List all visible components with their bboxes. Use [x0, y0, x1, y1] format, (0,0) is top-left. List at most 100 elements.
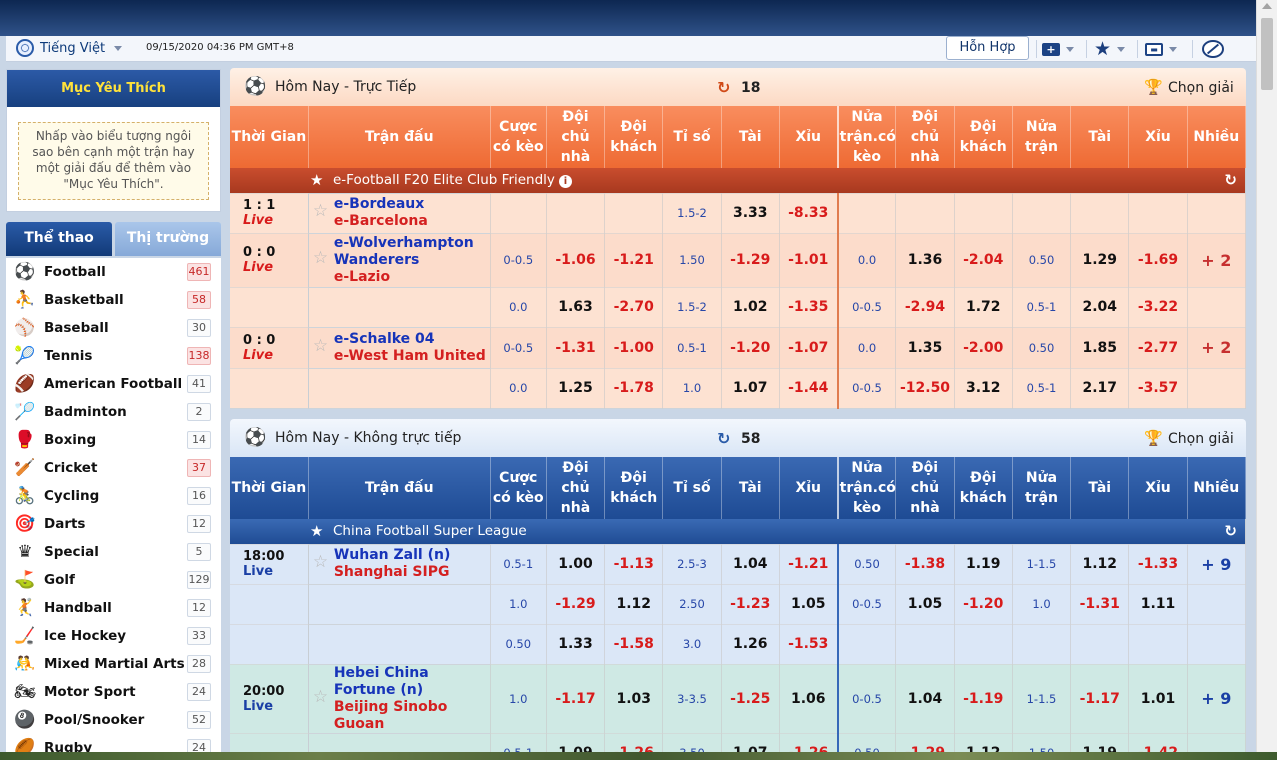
- handicap-line[interactable]: 1.5-2: [662, 287, 722, 328]
- odds-cell[interactable]: -1.29: [546, 584, 606, 625]
- favorites-dropdown[interactable]: ★: [1094, 39, 1126, 59]
- odds-cell[interactable]: -3.57: [1128, 368, 1188, 409]
- odds-cell[interactable]: -1.17: [1070, 664, 1130, 734]
- odds-cell[interactable]: -1.29: [721, 233, 780, 288]
- handicap-line[interactable]: 1-1.5: [1012, 544, 1072, 585]
- odds-cell[interactable]: 1.07: [721, 368, 780, 409]
- refresh-icon[interactable]: ↻: [717, 429, 730, 448]
- odds-cell[interactable]: -1.31: [1070, 584, 1130, 625]
- odds-mode-button[interactable]: Hỗn Hợp: [946, 36, 1029, 60]
- odds-cell[interactable]: 1.01: [1128, 664, 1188, 734]
- handicap-line[interactable]: 3-3.5: [662, 664, 722, 734]
- home-team[interactable]: Hebei China Fortune (n): [334, 665, 490, 699]
- handicap-line[interactable]: 0-0.5: [837, 664, 897, 734]
- odds-cell[interactable]: 1.04: [721, 544, 780, 585]
- match-teams[interactable]: [308, 368, 491, 409]
- odds-cell[interactable]: 1.05: [779, 584, 839, 625]
- odds-cell[interactable]: 1.35: [895, 327, 955, 369]
- odds-cell[interactable]: -1.69: [1128, 233, 1188, 288]
- odds-cell[interactable]: -1.44: [779, 368, 839, 409]
- odds-cell[interactable]: 1.11: [1128, 584, 1188, 625]
- more-bets-button[interactable]: + 2: [1187, 327, 1246, 369]
- odds-cell[interactable]: -1.26: [779, 733, 839, 752]
- odds-cell[interactable]: -1.33: [1128, 544, 1188, 585]
- odds-cell[interactable]: -3.22: [1128, 287, 1188, 328]
- odds-cell[interactable]: 1.25: [546, 368, 606, 409]
- home-team[interactable]: e-Wolverhampton Wanderers: [334, 235, 490, 269]
- handicap-line[interactable]: 2.5-3: [662, 544, 722, 585]
- home-team[interactable]: Wuhan Zall (n): [334, 547, 490, 564]
- view-dropdown[interactable]: ▬: [1145, 39, 1177, 59]
- favorite-star-icon[interactable]: ☆: [313, 337, 328, 355]
- odds-cell[interactable]: -1.38: [895, 544, 955, 585]
- star-icon[interactable]: ★: [310, 171, 323, 189]
- favorite-star-icon[interactable]: ☆: [313, 203, 328, 220]
- refresh-icon[interactable]: ↻: [1224, 171, 1237, 189]
- away-team[interactable]: e-Lazio: [334, 269, 490, 286]
- odds-cell[interactable]: 2.17: [1070, 368, 1130, 409]
- odds-cell[interactable]: -1.20: [954, 584, 1013, 625]
- odds-cell[interactable]: 2.04: [1070, 287, 1130, 328]
- odds-cell[interactable]: 1.19: [954, 544, 1013, 585]
- handicap-line[interactable]: 0.50: [837, 544, 897, 585]
- handicap-line[interactable]: 0.50: [490, 624, 547, 665]
- sport-item[interactable]: 🥊 Boxing 14: [6, 426, 221, 454]
- home-team[interactable]: e-Schalke 04: [334, 331, 490, 348]
- handicap-line[interactable]: 0.5-1: [1012, 287, 1072, 328]
- odds-cell[interactable]: -2.70: [604, 287, 664, 328]
- sport-item[interactable]: 🎯 Darts 12: [6, 510, 221, 538]
- handicap-line[interactable]: 0.50: [1012, 327, 1072, 369]
- odds-cell[interactable]: 1.03: [604, 664, 664, 734]
- match-teams[interactable]: ☆ Hebei China Fortune (n) Beijing Sinobo G…: [308, 664, 491, 734]
- sport-item[interactable]: 🎱 Pool/Snooker 52: [6, 706, 221, 734]
- odds-cell[interactable]: 1.19: [1070, 733, 1130, 752]
- page-scrollbar[interactable]: [1256, 0, 1277, 752]
- odds-cell[interactable]: -1.17: [546, 664, 606, 734]
- sound-toggle[interactable]: [1202, 39, 1224, 59]
- sport-item[interactable]: ⛹ Basketball 58: [6, 286, 221, 314]
- sport-item[interactable]: 🎾 Tennis 138: [6, 342, 221, 370]
- odds-cell[interactable]: -1.35: [779, 287, 839, 328]
- handicap-line[interactable]: 0.5-1: [490, 544, 547, 585]
- sport-item[interactable]: ⛳ Golf 129: [6, 566, 221, 594]
- odds-cell[interactable]: -2.04: [954, 233, 1013, 288]
- odds-cell[interactable]: -2.00: [954, 327, 1013, 369]
- sport-item[interactable]: 🏸 Badminton 2: [6, 398, 221, 426]
- scrollbar-thumb[interactable]: [1261, 18, 1273, 90]
- refresh-icon[interactable]: ↻: [717, 78, 730, 97]
- odds-cell[interactable]: 1.00: [546, 544, 606, 585]
- language-selector[interactable]: Tiếng Việt: [16, 39, 123, 57]
- odds-cell[interactable]: -1.01: [779, 233, 839, 288]
- sport-item[interactable]: 🏉 Rugby 24: [6, 734, 221, 752]
- match-teams[interactable]: [308, 584, 491, 625]
- handicap-line[interactable]: 1.50: [1012, 733, 1072, 752]
- more-bets-button[interactable]: + 9: [1187, 544, 1246, 585]
- info-icon[interactable]: i: [558, 175, 572, 188]
- handicap-line[interactable]: 1.50: [662, 233, 722, 288]
- odds-cell[interactable]: 3.12: [954, 368, 1013, 409]
- odds-cell[interactable]: -1.13: [604, 544, 664, 585]
- handicap-line[interactable]: 0-0.5: [837, 584, 897, 625]
- handicap-line[interactable]: 0.50: [1012, 233, 1072, 288]
- sport-item[interactable]: 🚴 Cycling 16: [6, 482, 221, 510]
- odds-cell[interactable]: 1.72: [954, 287, 1013, 328]
- odds-cell[interactable]: 1.09: [546, 733, 606, 752]
- tab-market[interactable]: Thị trường: [115, 222, 221, 256]
- odds-cell[interactable]: -2.94: [895, 287, 955, 328]
- favorite-star-icon[interactable]: ☆: [313, 554, 328, 571]
- match-teams[interactable]: [308, 624, 491, 665]
- odds-cell[interactable]: -1.25: [721, 664, 780, 734]
- handicap-line[interactable]: 1.0: [1012, 584, 1072, 625]
- sport-item[interactable]: 🤼 Mixed Martial Arts 28: [6, 650, 221, 678]
- sport-item[interactable]: 🏏 Cricket 37: [6, 454, 221, 482]
- handicap-line[interactable]: 1.0: [490, 664, 547, 734]
- star-icon[interactable]: ★: [310, 522, 323, 540]
- odds-cell[interactable]: -12.50: [895, 368, 955, 409]
- more-bets-button[interactable]: + 9: [1187, 664, 1246, 734]
- handicap-line[interactable]: 0-0.5: [837, 287, 897, 328]
- away-team[interactable]: e-Barcelona: [334, 213, 490, 230]
- handicap-line[interactable]: 0-0.5: [490, 233, 547, 288]
- sport-item[interactable]: ♛ Special 5: [6, 538, 221, 566]
- odds-cell[interactable]: -1.31: [546, 327, 606, 369]
- odds-cell[interactable]: 1.85: [1070, 327, 1130, 369]
